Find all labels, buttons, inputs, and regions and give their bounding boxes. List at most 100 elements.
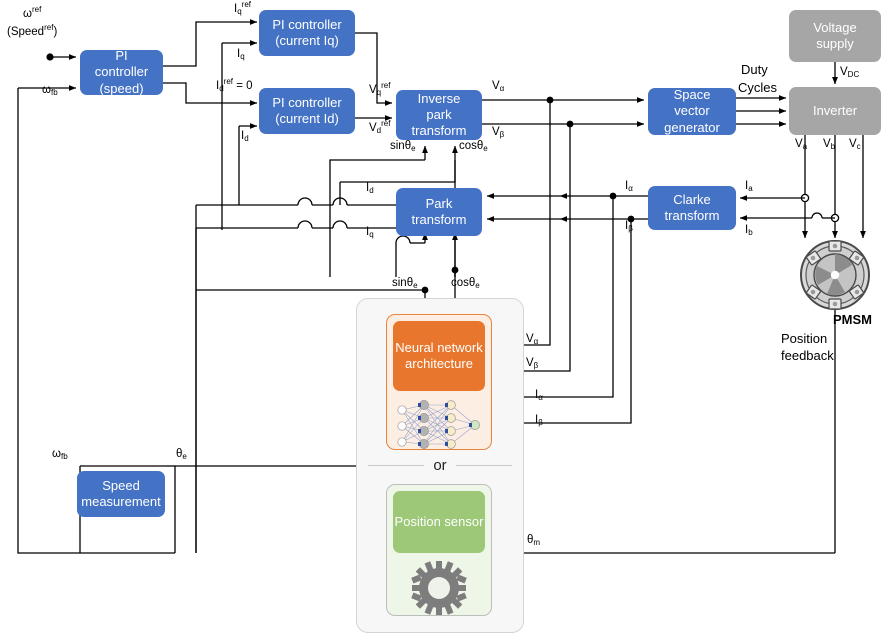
inverse-park-line1: Inverse park (417, 90, 461, 122)
omega-fb-bottom-sub: fb (60, 452, 68, 461)
v-dc-sub: DC (847, 70, 860, 79)
iq-ref-sub: q (237, 7, 242, 16)
sin-theta-glyph-1: sinθ (390, 140, 412, 152)
omega-fb-bottom-glyph: ω (52, 448, 61, 460)
block-pi-controller-current-id[interactable]: PI controller (current Id) (259, 88, 355, 134)
v-c-glyph: V (849, 138, 857, 150)
or-label: or (433, 457, 447, 474)
cos-theta-sub-2: e (475, 281, 480, 290)
block-park-transform[interactable]: Park transform (396, 188, 482, 236)
omega-ref-glyph: ω (23, 8, 32, 20)
vq-ref-glyph: V (369, 84, 377, 96)
label-v-alpha-top: Vα (492, 80, 504, 93)
card-position-sensor[interactable]: Position sensor (386, 484, 492, 616)
pi-id-line1: PI controller (272, 94, 342, 110)
label-v-beta-top: Vβ (492, 126, 504, 139)
label-position-feedback-line1: Position (781, 331, 828, 347)
v-c-sub: c (856, 142, 861, 151)
label-iq-ref: Iqref (234, 0, 251, 16)
pmsm-text: PMSM (833, 312, 872, 327)
block-pi-controller-current-iq[interactable]: PI controller (current Iq) (259, 10, 355, 56)
pi-speed-line2: (speed) (99, 80, 144, 96)
label-i-beta-nn: Iβ (535, 414, 543, 427)
duty-text: Duty (741, 62, 768, 77)
space-vector-line1: Space vector (673, 87, 711, 119)
v-beta-sub: β (499, 130, 505, 139)
park-line2: transform (411, 212, 467, 227)
theta-m-sub: m (533, 538, 541, 547)
vd-ref-glyph: V (369, 122, 377, 134)
label-position-feedback-line2: feedback (781, 348, 834, 364)
i-alpha-sub-1: α (628, 184, 633, 193)
pi-speed-line1: PI controller (94, 48, 149, 80)
speed-measurement-line2: measurement (81, 494, 161, 509)
v-beta-sub-2: β (533, 361, 539, 370)
label-v-a: Va (795, 138, 807, 151)
omega-ref-sup: ref (31, 5, 42, 14)
label-omega-ref: ωref (23, 5, 42, 21)
label-v-alpha-nn: Vα (526, 333, 538, 346)
label-i-alpha-nn: Iα (535, 389, 543, 402)
or-rule-left (368, 465, 425, 466)
clarke-line2: transform (664, 208, 720, 223)
label-vq-ref: Vqref (369, 81, 390, 97)
speed-ref-open: (Speed (7, 26, 45, 38)
id-ref-sub: d (219, 84, 224, 93)
label-id-ref: Idref = 0 (216, 77, 253, 93)
block-pi-controller-speed[interactable]: PI controller (speed) (80, 48, 163, 96)
id-park-sub: d (369, 186, 374, 195)
pi-iq-line1: PI controller (272, 16, 342, 32)
v-b-sub: b (830, 142, 836, 151)
iq-park-sub: q (369, 230, 374, 239)
block-inverter[interactable]: Inverter (789, 87, 881, 135)
nn-line3: architecture (405, 356, 473, 371)
label-i-beta-clarke: Iβ (625, 220, 633, 233)
label-omega-fb-bottom: ωfb (52, 448, 68, 461)
i-a-sub: a (748, 184, 753, 193)
label-i-a: Ia (745, 180, 753, 193)
id-ref-tail: = 0 (233, 80, 253, 92)
gear-icon (411, 561, 467, 615)
i-b-sub: b (748, 228, 753, 237)
label-cos-theta-e-park: cosθe (451, 277, 480, 290)
label-i-alpha-clarke: Iα (625, 180, 633, 193)
label-duty: Duty (741, 62, 768, 78)
inverse-park-line2: transform (411, 123, 467, 139)
label-v-dc: VDC (840, 66, 859, 79)
v-alpha-sub: α (499, 84, 505, 93)
card-neural-network[interactable]: Neural network architecture (386, 314, 492, 450)
v-dc-glyph: V (840, 66, 848, 78)
block-speed-measurement[interactable]: Speed measurement (77, 471, 165, 517)
position-feedback-text-2: feedback (781, 348, 834, 363)
v-alpha-glyph: V (492, 80, 500, 92)
speed-ref-sup: ref (44, 23, 54, 32)
label-id-input: Id (241, 130, 249, 143)
position-feedback-text-1: Position (781, 331, 828, 346)
pi-iq-line2: (current Iq) (275, 33, 339, 48)
v-alpha-sub-2: α (533, 337, 539, 346)
block-space-vector-generator[interactable]: Space vector generator (648, 87, 736, 135)
voltage-supply-line1: Voltage (813, 19, 857, 35)
park-line1: Park (425, 195, 453, 211)
block-voltage-supply[interactable]: Voltage supply (789, 10, 881, 62)
neural-network-illustration (387, 397, 491, 449)
block-clarke-transform[interactable]: Clarke transform (648, 186, 736, 230)
i-alpha-sub-2: α (538, 393, 543, 402)
i-beta-sub-1: β (628, 224, 633, 233)
iq-sub: q (240, 52, 245, 61)
pmsm-motor-icon (799, 239, 871, 311)
label-pmsm: PMSM (833, 312, 872, 328)
theta-e-out-sub: e (182, 452, 187, 461)
label-sin-theta-e-park: sinθe (392, 277, 418, 290)
label-theta-m: θm (527, 534, 540, 547)
sin-theta-sub-1: e (411, 144, 416, 153)
label-iq-park-out: Iq (366, 226, 374, 239)
sin-theta-sub-2: e (413, 281, 418, 290)
label-omega-fb-top: ωfb (42, 84, 58, 97)
inverter-line1: Inverter (812, 102, 858, 118)
block-inverse-park-transform[interactable]: Inverse park transform (396, 90, 482, 140)
label-v-c: Vc (849, 138, 861, 151)
i-beta-sub-2: β (538, 418, 543, 427)
vd-ref-sup: ref (381, 119, 391, 128)
label-cos-theta-e-inverse-park: cosθe (459, 140, 488, 153)
